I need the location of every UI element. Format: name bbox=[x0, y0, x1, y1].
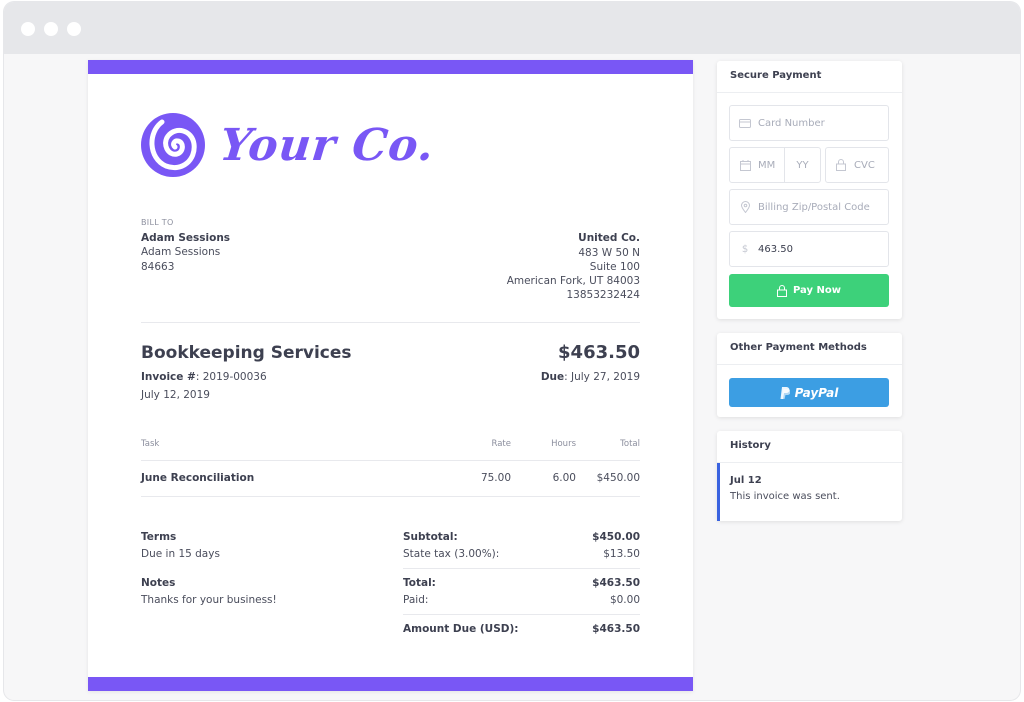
row-hours: 6.00 bbox=[552, 472, 576, 484]
map-pin-icon bbox=[738, 201, 752, 213]
total-value: $463.50 bbox=[592, 577, 640, 589]
history-title: History bbox=[717, 431, 902, 463]
invoice-date: July 12, 2019 bbox=[141, 389, 210, 401]
lock-icon bbox=[834, 159, 848, 171]
col-rate: Rate bbox=[491, 439, 512, 449]
pay-now-label: Pay Now bbox=[793, 285, 841, 296]
title-bar bbox=[4, 2, 1020, 54]
secure-payment-card: Secure Payment Card Number MM YY CVC Bil… bbox=[717, 61, 902, 319]
row-rate: 75.00 bbox=[480, 472, 511, 484]
due-date: : July 27, 2019 bbox=[564, 371, 640, 383]
history-item-text: This invoice was sent. bbox=[730, 491, 840, 502]
invoice-title: Bookkeeping Services bbox=[141, 343, 352, 363]
col-task: Task bbox=[141, 439, 160, 449]
history-item-date: Jul 12 bbox=[730, 475, 762, 486]
notes-value: Thanks for your business! bbox=[141, 594, 277, 606]
credit-card-icon bbox=[738, 118, 752, 128]
tax-label: State tax (3.00%): bbox=[403, 548, 500, 560]
notes-label: Notes bbox=[141, 577, 176, 589]
payment-amount-value: 463.50 bbox=[758, 243, 793, 255]
pay-now-button[interactable]: Pay Now bbox=[729, 274, 889, 307]
subtotal-value: $450.00 bbox=[592, 531, 640, 543]
invoice-document: Your Co. BILL TO Adam Sessions Adam Sess… bbox=[88, 60, 693, 691]
invoice-number: Invoice #: 2019-00036 bbox=[141, 371, 267, 383]
paid-value: $0.00 bbox=[609, 594, 640, 606]
payment-amount-input[interactable]: $ 463.50 bbox=[729, 231, 889, 267]
history-item: Jul 12 This invoice was sent. bbox=[717, 463, 902, 521]
window-maximize-button[interactable] bbox=[67, 22, 81, 36]
from-company: United Co. bbox=[578, 232, 640, 244]
billing-zip-placeholder: Billing Zip/Postal Code bbox=[758, 201, 870, 213]
paypal-button[interactable]: PayPal bbox=[729, 378, 889, 407]
window-close-button[interactable] bbox=[21, 22, 35, 36]
expiry-month-input[interactable]: MM bbox=[729, 147, 785, 183]
paid-label: Paid: bbox=[403, 594, 429, 606]
table-row-divider bbox=[141, 496, 640, 497]
company-logo: Your Co. bbox=[140, 112, 438, 178]
tax-value: $13.50 bbox=[603, 548, 640, 560]
cvc-input[interactable]: CVC bbox=[825, 147, 889, 183]
table-header-divider bbox=[141, 460, 640, 461]
company-logo-text: Your Co. bbox=[217, 119, 438, 171]
total-label: Total: bbox=[403, 577, 436, 589]
invoice-due: Due: July 27, 2019 bbox=[541, 371, 640, 383]
subtotal-label: Subtotal: bbox=[403, 531, 458, 543]
from-address2: Suite 100 bbox=[589, 261, 640, 273]
totals-divider-2 bbox=[403, 614, 640, 615]
from-phone: 13853232424 bbox=[566, 289, 641, 301]
col-hours: Hours bbox=[551, 439, 576, 449]
bill-to-line1: Adam Sessions bbox=[141, 246, 221, 258]
window-minimize-button[interactable] bbox=[44, 22, 58, 36]
lock-icon bbox=[777, 284, 787, 297]
other-payment-methods-card: Other Payment Methods PayPal bbox=[717, 333, 902, 417]
dollar-icon: $ bbox=[741, 243, 749, 255]
invoice-number-label: Invoice # bbox=[141, 371, 196, 383]
card-number-input[interactable]: Card Number bbox=[729, 105, 889, 141]
billing-zip-input[interactable]: Billing Zip/Postal Code bbox=[729, 189, 889, 225]
invoice-bottom-bar bbox=[88, 677, 693, 691]
invoice-top-bar bbox=[88, 60, 693, 74]
amount-due-label: Amount Due (USD): bbox=[403, 623, 519, 635]
history-card: History Jul 12 This invoice was sent. bbox=[717, 431, 902, 521]
cvc-placeholder: CVC bbox=[854, 159, 875, 171]
divider bbox=[141, 322, 640, 323]
card-number-placeholder: Card Number bbox=[758, 117, 825, 129]
amount-due-value: $463.50 bbox=[592, 623, 640, 635]
terms-value: Due in 15 days bbox=[141, 548, 220, 560]
from-city: American Fork, UT 84003 bbox=[506, 275, 640, 287]
expiry-year-input[interactable]: YY bbox=[784, 147, 821, 183]
bill-to-label: BILL TO bbox=[141, 218, 174, 227]
invoice-number-value: : 2019-00036 bbox=[195, 371, 267, 383]
col-total: Total bbox=[620, 439, 640, 449]
from-address1: 483 W 50 N bbox=[578, 247, 640, 259]
totals-divider bbox=[403, 568, 640, 569]
mm-placeholder: MM bbox=[758, 159, 776, 171]
bill-to-line2: 84663 bbox=[141, 261, 175, 273]
bill-to-name: Adam Sessions bbox=[141, 232, 231, 244]
other-payment-methods-title: Other Payment Methods bbox=[717, 333, 902, 365]
due-label: Due bbox=[540, 371, 565, 383]
invoice-amount: $463.50 bbox=[558, 342, 640, 363]
row-task: June Reconciliation bbox=[141, 472, 255, 484]
secure-payment-title: Secure Payment bbox=[717, 61, 902, 93]
row-total: $450.00 bbox=[596, 472, 640, 484]
yy-placeholder: YY bbox=[796, 159, 809, 171]
terms-label: Terms bbox=[141, 531, 177, 543]
calendar-icon bbox=[738, 159, 752, 171]
paypal-label: PayPal bbox=[794, 385, 839, 400]
swirl-logo-icon bbox=[141, 113, 205, 177]
paypal-icon bbox=[780, 386, 790, 399]
